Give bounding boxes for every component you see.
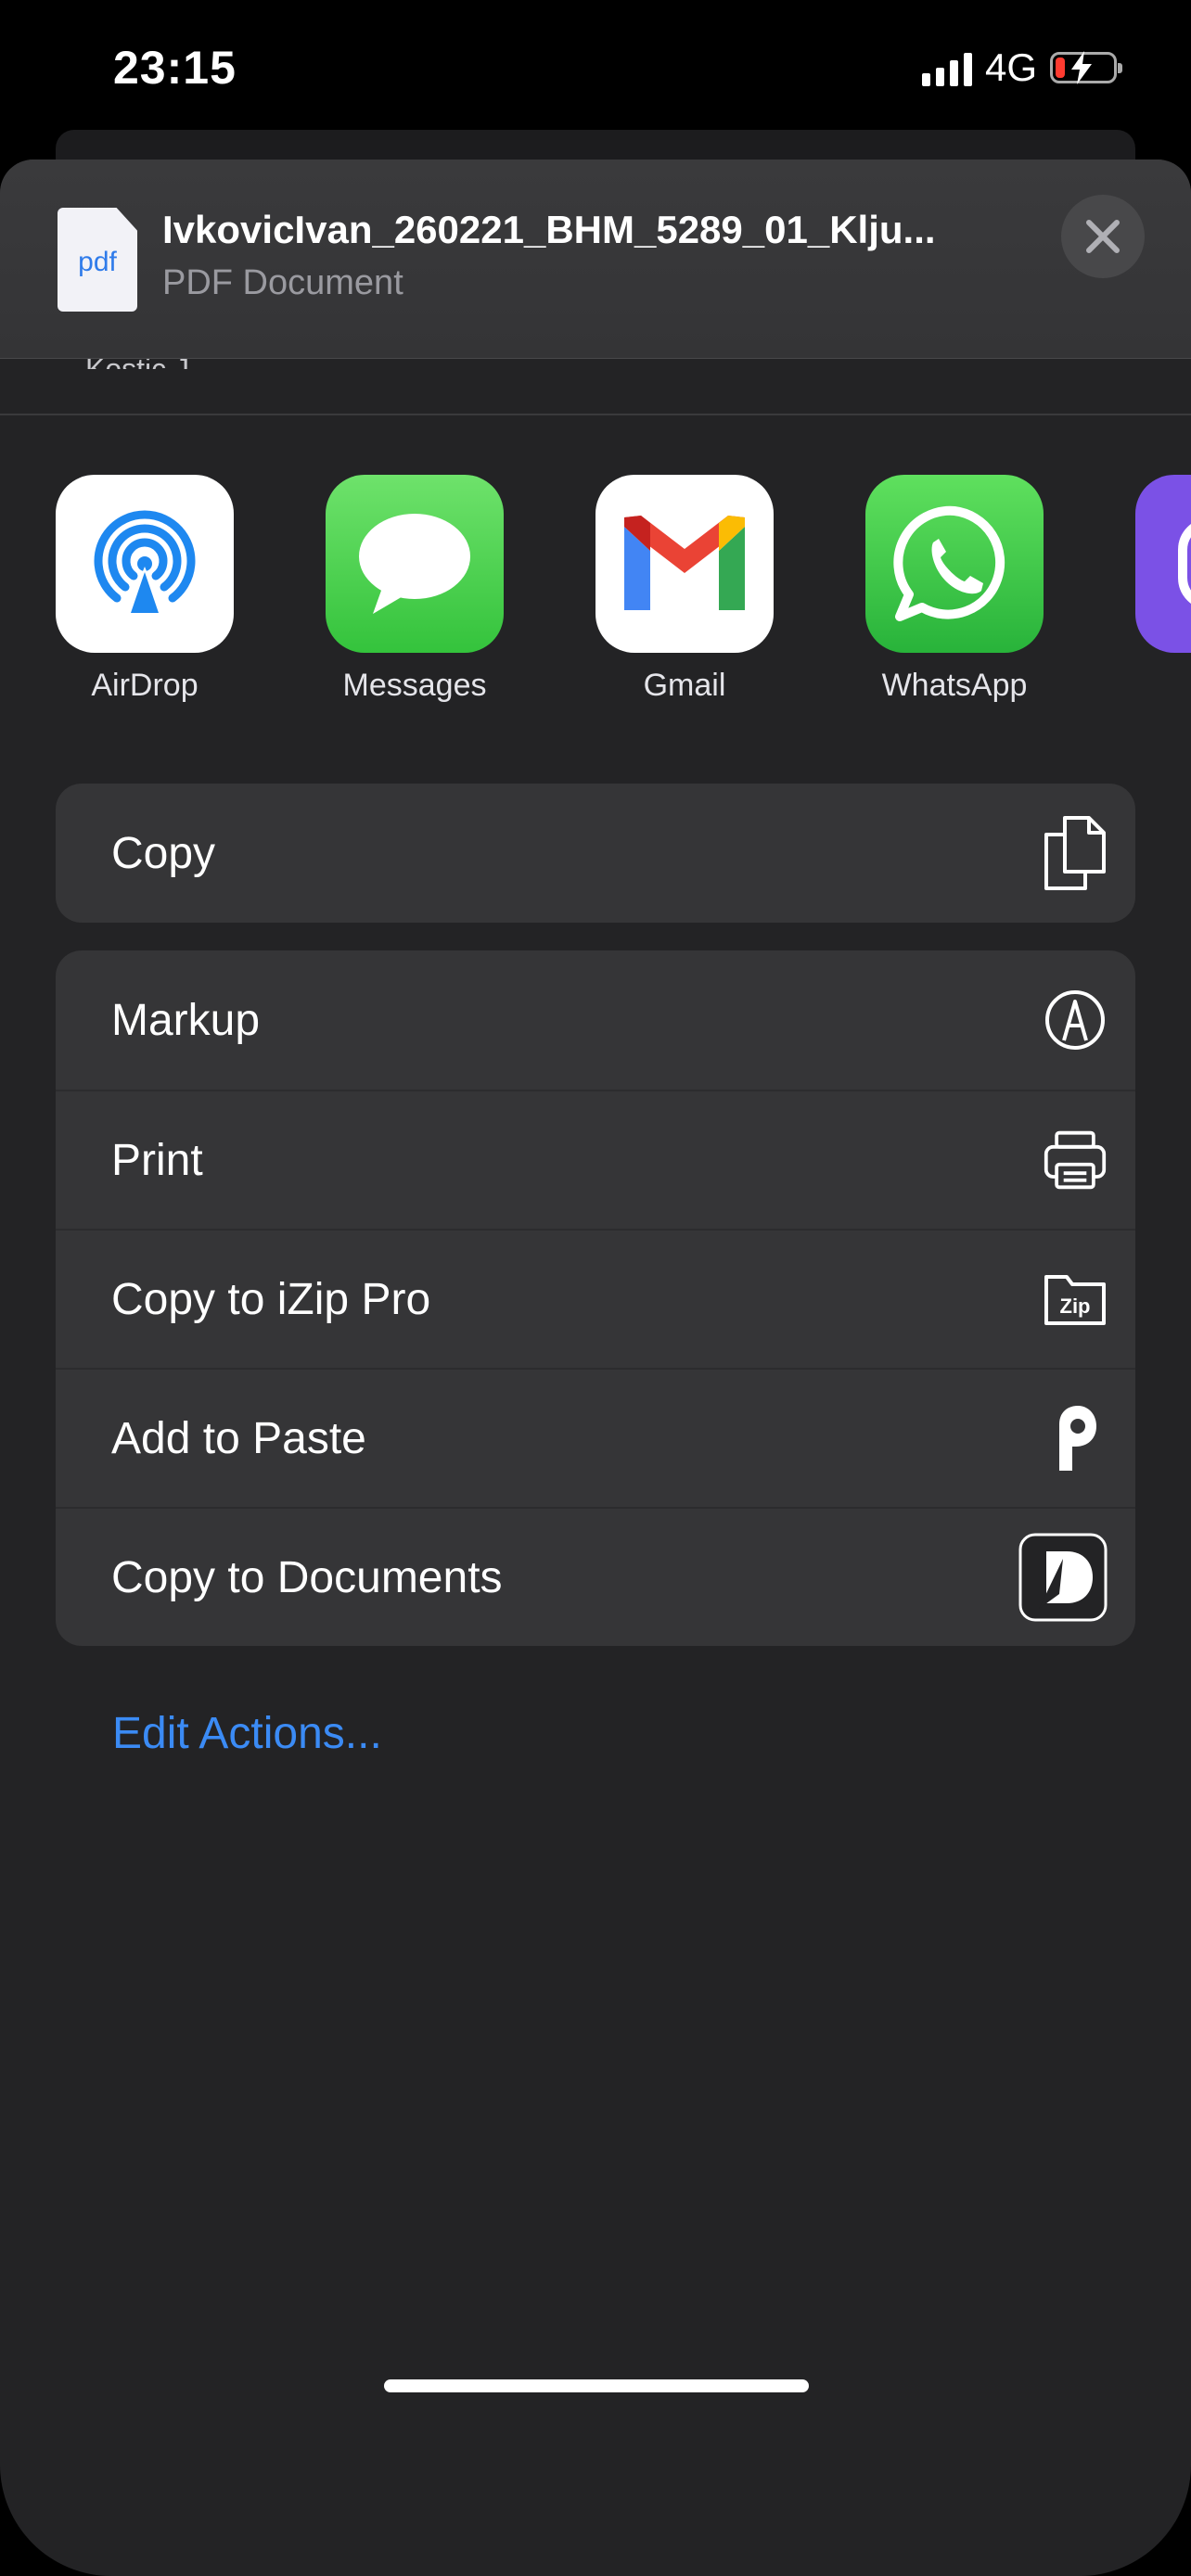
file-name: IvkovicIvan_260221_BHM_5289_01_Klju... — [162, 208, 936, 251]
action-label: Add to Paste — [111, 1413, 366, 1463]
app-label: Gmail — [643, 668, 726, 703]
whatsapp-icon — [865, 475, 1044, 653]
app-label: AirDrop — [91, 668, 198, 703]
app-whatsapp[interactable]: WhatsApp — [865, 475, 1044, 704]
action-label: Markup — [111, 995, 261, 1045]
izip-icon-text: Zip — [1060, 1294, 1091, 1318]
markup-icon — [1043, 983, 1108, 1057]
app-label: V — [1135, 668, 1191, 704]
signal-icon — [921, 49, 972, 86]
action-copy[interactable]: Copy — [56, 784, 1135, 923]
action-group-copy: Copy — [56, 784, 1135, 923]
edit-actions-link[interactable]: Edit Actions... — [112, 1708, 382, 1759]
action-copy-to-documents[interactable]: Copy to Documents — [56, 1507, 1135, 1646]
action-group-more: Markup Print Copy to iZip Pro Zip Add to… — [56, 950, 1135, 1646]
battery-charging-icon — [1050, 51, 1122, 84]
action-label: Copy to Documents — [111, 1552, 503, 1602]
home-indicator[interactable] — [384, 2379, 809, 2392]
viber-icon — [1135, 475, 1191, 653]
paste-icon — [1043, 1401, 1108, 1475]
app-messages[interactable]: Messages — [326, 475, 504, 704]
action-label: Copy — [111, 828, 216, 878]
divider — [0, 414, 1191, 415]
close-button[interactable] — [1061, 195, 1145, 278]
action-label: Print — [111, 1135, 203, 1185]
gmail-icon — [596, 475, 774, 653]
copy-icon — [1043, 816, 1108, 890]
file-type: PDF Document — [162, 263, 403, 302]
app-airdrop[interactable]: AirDrop — [56, 475, 234, 704]
documents-icon — [1018, 1533, 1108, 1622]
app-label: WhatsApp — [881, 668, 1028, 703]
app-gmail[interactable]: Gmail — [596, 475, 774, 704]
status-icons: 4G — [921, 45, 1122, 91]
pdf-file-icon: pdf — [58, 208, 137, 312]
action-label: Copy to iZip Pro — [111, 1274, 431, 1324]
status-time: 23:15 — [113, 42, 237, 94]
izip-icon: Zip — [1043, 1262, 1108, 1336]
action-copy-to-izip[interactable]: Copy to iZip Pro Zip — [56, 1229, 1135, 1368]
printer-icon — [1043, 1123, 1108, 1197]
messages-icon — [326, 475, 504, 653]
action-markup[interactable]: Markup — [56, 950, 1135, 1090]
airdrop-icon — [56, 475, 234, 653]
share-sheet: Kostic J pdf IvkovicIvan_260221_BHM_5289… — [0, 159, 1191, 2576]
close-icon — [1086, 220, 1120, 253]
action-add-to-paste[interactable]: Add to Paste — [56, 1368, 1135, 1507]
action-print[interactable]: Print — [56, 1090, 1135, 1229]
app-label: Messages — [342, 668, 487, 703]
app-viber[interactable]: V — [1135, 475, 1191, 704]
share-sheet-header: pdf IvkovicIvan_260221_BHM_5289_01_Klju.… — [0, 159, 1191, 359]
network-type: 4G — [984, 45, 1037, 89]
